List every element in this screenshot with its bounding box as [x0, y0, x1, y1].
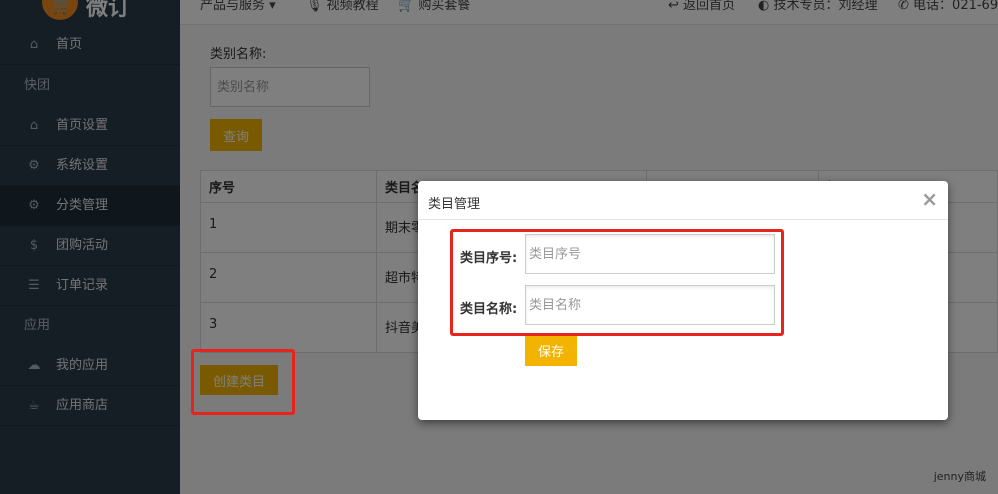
highlight-box	[191, 349, 295, 415]
modal-title: 类目管理	[428, 197, 481, 212]
save-button[interactable]: 保存	[525, 335, 577, 366]
close-icon[interactable]: ×	[921, 189, 938, 209]
watermark: jenny商城	[933, 470, 986, 483]
modal-header: 类目管理 ×	[418, 181, 948, 220]
highlight-box	[450, 229, 784, 336]
